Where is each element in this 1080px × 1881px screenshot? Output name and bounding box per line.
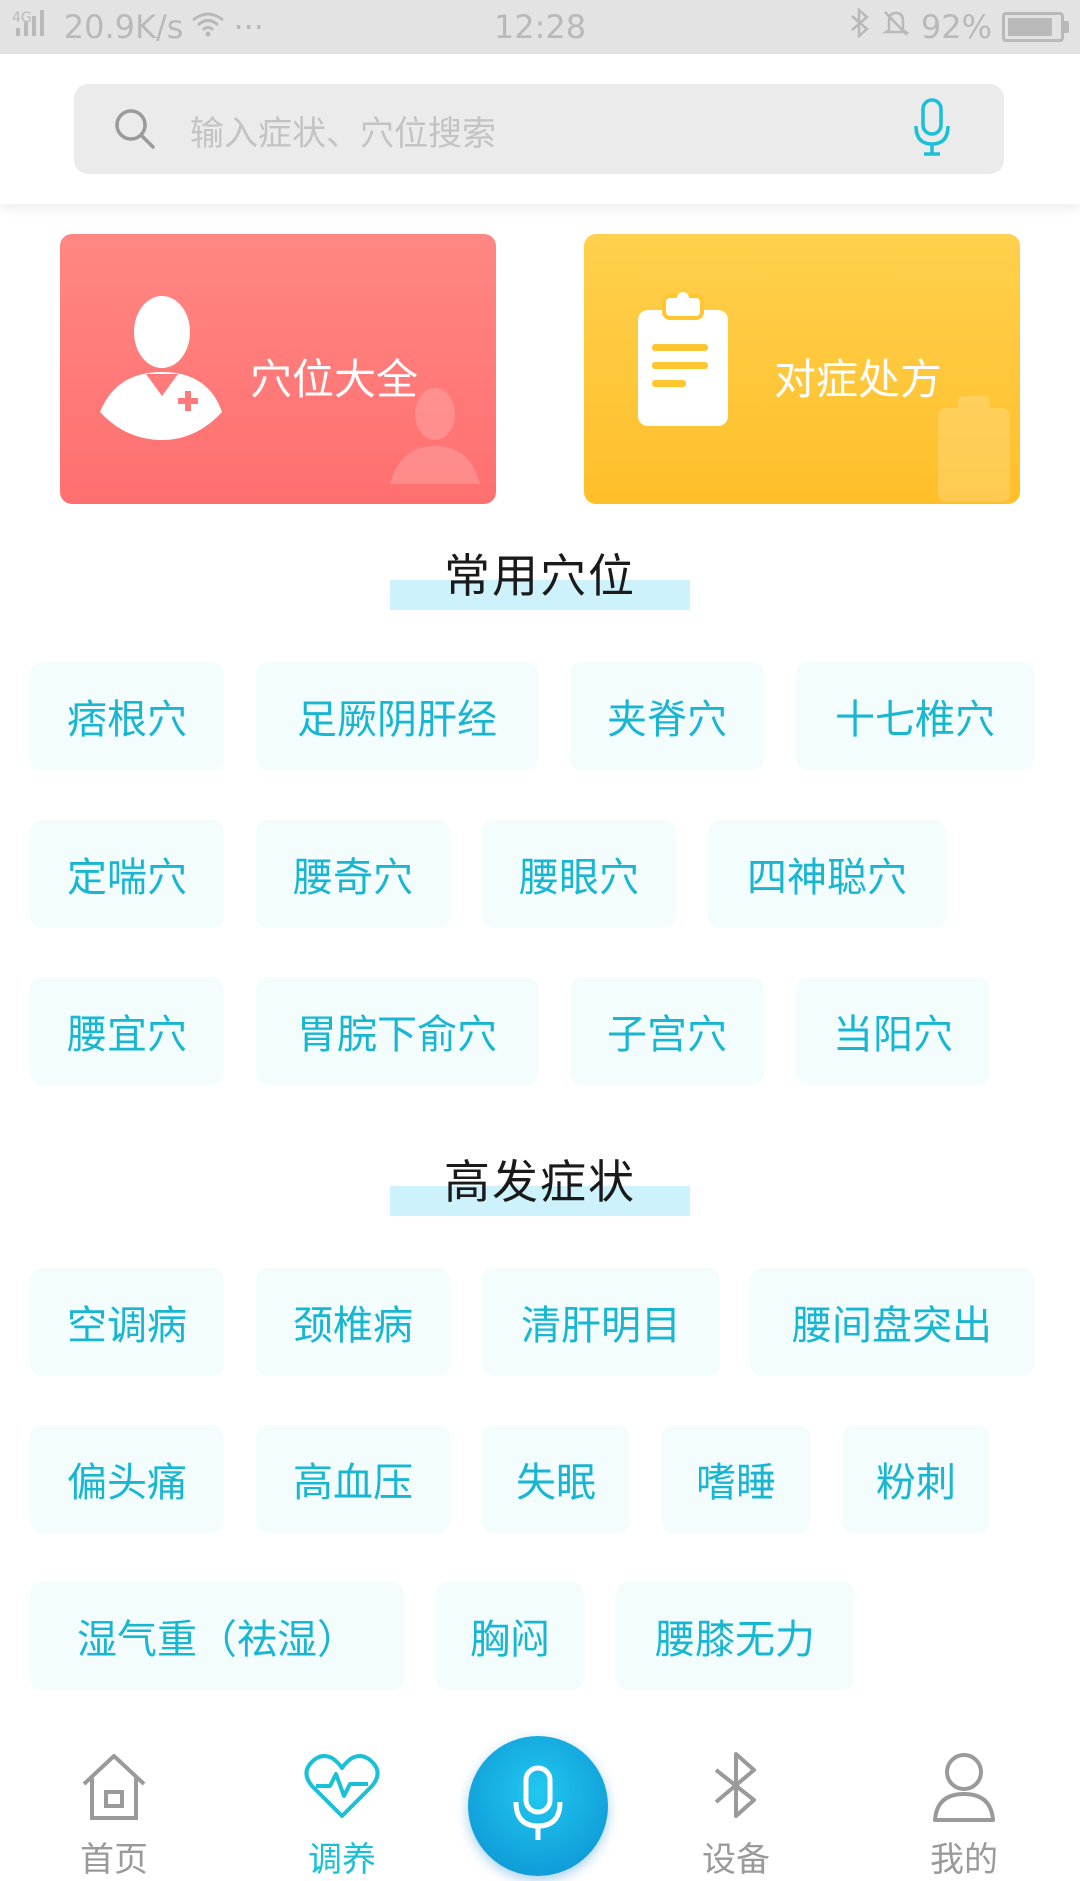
ghost-decoration-icon (936, 394, 1012, 504)
header: 输入症状、穴位搜索 (0, 54, 1080, 204)
acupoint-tag[interactable]: 四神聪穴 (708, 820, 946, 928)
symptom-tag[interactable]: 湿气重（祛湿） (30, 1582, 404, 1690)
voice-search-mic-icon[interactable] (912, 96, 952, 164)
acupoint-tag[interactable]: 痞根穴 (30, 662, 224, 770)
nav-label: 调养 (308, 1840, 376, 1880)
status-bar: 4G 20.9K/s ··· 12:28 92% (0, 0, 1080, 54)
nav-label: 首页 (80, 1840, 148, 1880)
symptom-tag[interactable]: 空调病 (30, 1268, 224, 1376)
search-input[interactable]: 输入症状、穴位搜索 (190, 106, 496, 155)
symptom-tag[interactable]: 粉刺 (842, 1425, 990, 1533)
user-icon (929, 1753, 999, 1828)
common-symptoms-title: 高发症状 (0, 1146, 1080, 1216)
acupoint-tag[interactable]: 当阳穴 (796, 977, 990, 1085)
nav-label: 设备 (702, 1840, 770, 1880)
acupoint-tag[interactable]: 十七椎穴 (796, 662, 1034, 770)
symptom-prescription-card[interactable]: 对症处方 (584, 234, 1020, 504)
common-acupoints-title: 常用穴位 (0, 540, 1080, 610)
acupoint-tag[interactable]: 腰眼穴 (482, 820, 676, 928)
battery-percent: 92% (920, 8, 992, 46)
card-label: 对症处方 (774, 355, 943, 404)
battery-icon (1002, 12, 1069, 42)
nav-care[interactable]: 调养 (282, 1748, 402, 1881)
symptom-tag[interactable]: 颈椎病 (256, 1268, 450, 1376)
bluetooth-status-icon (849, 7, 871, 46)
symptom-tag[interactable]: 嗜睡 (662, 1425, 810, 1533)
bluetooth-icon (706, 1752, 766, 1828)
acupoint-tag[interactable]: 胃脘下俞穴 (256, 977, 538, 1085)
nav-profile[interactable]: 我的 (904, 1748, 1024, 1881)
nav-home[interactable]: 首页 (54, 1748, 174, 1881)
symptom-tag[interactable]: 腰膝无力 (616, 1582, 854, 1690)
symptom-tag[interactable]: 偏头痛 (30, 1425, 224, 1533)
clipboard-icon (634, 292, 734, 436)
acupoint-tag[interactable]: 腰宜穴 (30, 977, 224, 1085)
acupoint-tag[interactable]: 腰奇穴 (256, 820, 450, 928)
acupoints-encyclopedia-card[interactable]: 穴位大全 (60, 234, 496, 504)
symptom-tag[interactable]: 高血压 (256, 1425, 450, 1533)
section-title-text: 常用穴位 (444, 549, 636, 603)
acupoint-tag[interactable]: 定喘穴 (30, 820, 224, 928)
acupoint-tag[interactable]: 夹脊穴 (570, 662, 764, 770)
acupoint-tag[interactable]: 子宫穴 (570, 977, 764, 1085)
search-bar[interactable]: 输入症状、穴位搜索 (74, 84, 1004, 174)
symptom-tag[interactable]: 清肝明目 (482, 1268, 720, 1376)
nav-device[interactable]: 设备 (676, 1748, 796, 1881)
symptom-tag[interactable]: 胸闷 (436, 1582, 584, 1690)
symptom-tag[interactable]: 腰间盘突出 (750, 1268, 1034, 1376)
home-icon (76, 1754, 152, 1828)
mute-bell-icon (881, 8, 911, 46)
nav-label: 我的 (930, 1840, 998, 1880)
search-icon (112, 106, 158, 156)
symptom-tag[interactable]: 失眠 (482, 1425, 630, 1533)
acupoint-tag[interactable]: 足厥阴肝经 (256, 662, 538, 770)
status-right: 92% (849, 7, 1069, 46)
heart-pulse-icon (302, 1754, 382, 1828)
ghost-decoration-icon (390, 384, 480, 498)
voice-assistant-button[interactable] (468, 1736, 608, 1876)
doctor-icon (96, 292, 226, 446)
mic-icon (513, 1765, 563, 1840)
section-title-text: 高发症状 (444, 1155, 636, 1209)
